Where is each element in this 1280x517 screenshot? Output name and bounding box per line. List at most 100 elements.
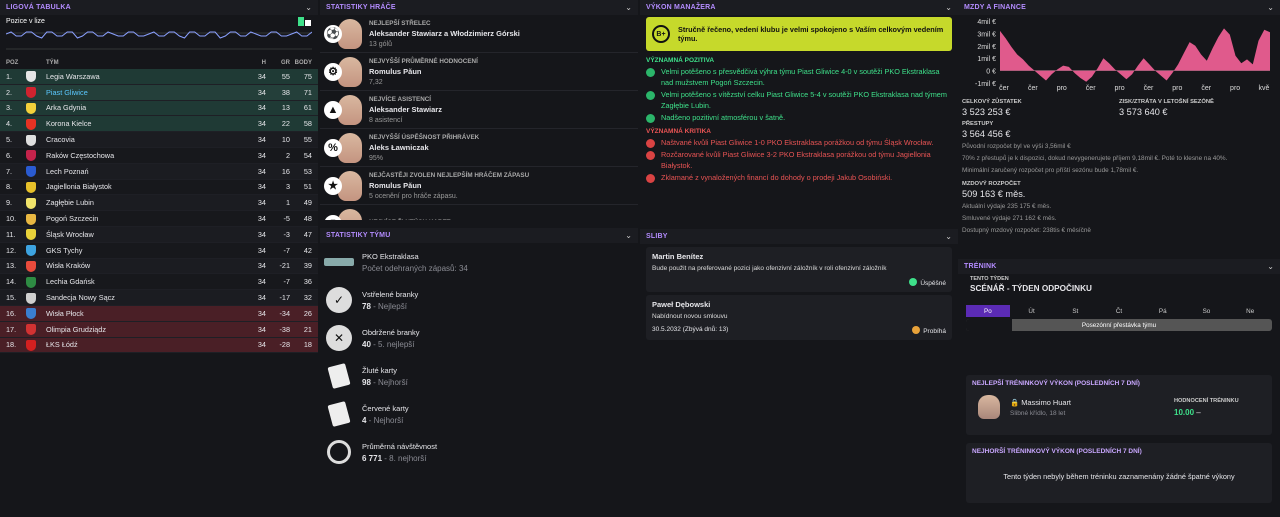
row-gd: -34 bbox=[279, 308, 290, 318]
chevron-down-icon[interactable]: ⌄ bbox=[945, 232, 952, 241]
table-row[interactable]: 17. Olimpia Grudziądz 34 -38 21 bbox=[0, 321, 318, 338]
day-tab[interactable]: Po bbox=[966, 305, 1010, 317]
team-stat-item[interactable]: Žluté karty 98 - Nejhorší bbox=[320, 357, 638, 395]
day-tab[interactable]: Pá bbox=[1141, 305, 1185, 317]
row-team[interactable]: Olimpia Grudziądz bbox=[46, 325, 248, 334]
training-header[interactable]: TRÉNINK ⌄ bbox=[958, 259, 1280, 274]
chevron-down-icon[interactable]: ⌄ bbox=[945, 3, 952, 12]
day-tab[interactable]: Ne bbox=[1228, 305, 1272, 317]
stat-player-name[interactable]: Romulus Păun bbox=[369, 181, 529, 190]
team-stats-list: PKO Ekstraklasa Počet odehraných zápasů: … bbox=[320, 243, 638, 471]
row-team[interactable]: Lechia Gdańsk bbox=[46, 277, 248, 286]
manager-header[interactable]: VÝKON MANAŽERA ⌄ bbox=[640, 0, 958, 15]
stat-player-name[interactable]: Romulus Păun bbox=[369, 67, 478, 76]
best-player[interactable]: 🔒 Massimo Huart bbox=[1010, 398, 1174, 407]
table-row[interactable]: 7. Lech Poznań 34 16 53 bbox=[0, 163, 318, 180]
negatives-title: VÝZNAMNÁ KRITIKA bbox=[646, 127, 711, 135]
negative-icon bbox=[646, 138, 655, 148]
table-row[interactable]: 3. Arka Gdynia 34 13 61 bbox=[0, 100, 318, 117]
panel-title: TRÉNINK bbox=[964, 263, 997, 270]
stat-player-name[interactable]: Aleksander Stawiarz a Włodzimierz Górski bbox=[369, 29, 520, 38]
player-avatar bbox=[978, 395, 1000, 419]
player-stat-item[interactable]: % NEJVYŠŠÍ ÚSPĚŠNOST PŘIHRÁVEK Aleks Ławni… bbox=[320, 129, 638, 167]
balance-value: 3 523 253 € bbox=[962, 107, 1011, 117]
stat-player-name[interactable]: Aleks Ławniczak bbox=[369, 143, 479, 152]
promise-player[interactable]: Paweł Dębowski bbox=[652, 300, 946, 309]
finance-note: Původní rozpočet byl ve výši 3,56mil € bbox=[962, 143, 1071, 150]
table-row[interactable]: 15. Sandecja Nowy Sącz 34 -17 32 bbox=[0, 290, 318, 306]
chevron-down-icon[interactable]: ⌄ bbox=[1267, 262, 1274, 271]
best-player-name: Massimo Huart bbox=[1021, 397, 1071, 407]
promise-player[interactable]: Martin Benítez bbox=[652, 252, 946, 261]
table-row[interactable]: 2. Piast Gliwice 34 38 71 bbox=[0, 84, 318, 101]
day-tab[interactable]: Čt bbox=[1097, 305, 1141, 317]
stat-player-name[interactable]: Aleksander Stawiarz bbox=[369, 105, 442, 114]
row-team[interactable]: Śląsk Wrocław bbox=[46, 230, 248, 239]
promise-card[interactable]: Paweł Dębowski Nabídnout novou smlouvu 30.… bbox=[646, 295, 952, 340]
table-row[interactable]: 9. Zagłębie Lubin 34 1 49 bbox=[0, 195, 318, 212]
promises-header[interactable]: SLIBY ⌄ bbox=[640, 229, 958, 244]
chevron-down-icon[interactable]: ⌄ bbox=[625, 3, 632, 12]
row-team[interactable]: Sandecja Nowy Sącz bbox=[46, 293, 248, 302]
table-row[interactable]: 5. Cracovia 34 10 55 bbox=[0, 132, 318, 148]
row-team[interactable]: Korona Kielce bbox=[46, 119, 248, 128]
player-stats-header[interactable]: STATISTIKY HRÁČE ⌄ bbox=[320, 0, 638, 15]
row-played: 34 bbox=[257, 293, 266, 303]
team-stat-rank: - Nejhorší bbox=[366, 415, 404, 425]
league-table-header[interactable]: LIGOVÁ TABULKA ⌄ bbox=[0, 0, 318, 15]
day-tab[interactable]: Út bbox=[1010, 305, 1054, 317]
table-row[interactable]: 13. Wisła Kraków 34 -21 39 bbox=[0, 258, 318, 275]
table-row[interactable]: 1. Legia Warszawa 34 55 75 bbox=[0, 69, 318, 85]
row-team[interactable]: Raków Częstochowa bbox=[46, 151, 248, 160]
team-stat-item[interactable]: ✓ Vstřelené branky 78 - Nejlepší bbox=[320, 281, 638, 319]
player-avatar: ⚽ bbox=[324, 17, 362, 51]
col-pos: POZ bbox=[6, 60, 19, 66]
row-team[interactable]: Legia Warszawa bbox=[46, 72, 248, 81]
row-team[interactable]: Zagłębie Lubin bbox=[46, 198, 248, 207]
player-stat-item[interactable]: ▮ NEJVÍCE ŽLUTÝCH KARET bbox=[320, 205, 638, 220]
positive-icon bbox=[646, 91, 655, 100]
player-stat-item[interactable]: ⚽ NEJLEPŠÍ STŘELEC Aleksander Stawiarz a W… bbox=[320, 15, 638, 53]
table-row[interactable]: 16. Wisła Płock 34 -34 26 bbox=[0, 305, 318, 322]
row-team[interactable]: Cracovia bbox=[46, 135, 248, 144]
table-row[interactable]: 10. Pogoń Szczecin 34 -5 48 bbox=[0, 211, 318, 227]
row-team[interactable]: GKS Tychy bbox=[46, 246, 248, 255]
assist-icon: ▲ bbox=[324, 100, 342, 119]
table-row[interactable]: 6. Raków Częstochowa 34 2 54 bbox=[0, 147, 318, 164]
chevron-down-icon[interactable]: ⌄ bbox=[305, 3, 312, 12]
schedule-bar[interactable]: Posezónní přestávka týmu bbox=[966, 319, 1272, 331]
league-icon bbox=[324, 248, 354, 276]
team-stats-header[interactable]: STATISTIKY TÝMU ⌄ bbox=[320, 228, 638, 243]
profit-loss-value: 3 573 640 € bbox=[1119, 107, 1168, 117]
day-tab[interactable]: So bbox=[1185, 305, 1229, 317]
player-stat-item[interactable]: ⚙ NEJVYŠŠÍ PRŮMĚRNÉ HODNOCENÍ Romulus Păun… bbox=[320, 53, 638, 91]
table-row[interactable]: 18. ŁKS Łódź 34 -28 18 bbox=[0, 337, 318, 354]
team-stat-item[interactable]: PKO Ekstraklasa Počet odehraných zápasů: … bbox=[320, 243, 638, 281]
player-stat-item[interactable]: ▲ NEJVÍCE ASISTENCÍ Aleksander Stawiarz 8 a… bbox=[320, 91, 638, 129]
chevron-down-icon[interactable]: ⌄ bbox=[625, 231, 632, 240]
table-row[interactable]: 11. Śląsk Wrocław 34 -3 47 bbox=[0, 226, 318, 243]
row-team[interactable]: Arka Gdynia bbox=[46, 103, 248, 112]
row-position: 4. bbox=[6, 119, 13, 129]
row-team[interactable]: Jagiellonia Białystok bbox=[46, 182, 248, 191]
row-team[interactable]: Piast Gliwice bbox=[46, 88, 248, 97]
table-row[interactable]: 4. Korona Kielce 34 22 58 bbox=[0, 116, 318, 133]
day-tab[interactable]: St bbox=[1053, 305, 1097, 317]
player-stat-item[interactable]: ★ NEJČASTĚJI ZVOLEN NEJLEPŠÍM HRÁČEM ZÁPA… bbox=[320, 167, 638, 205]
team-stat-item[interactable]: Červené karty 4 - Nejhorší bbox=[320, 395, 638, 433]
row-team[interactable]: Wisła Płock bbox=[46, 309, 248, 318]
row-team[interactable]: Wisła Kraków bbox=[46, 261, 248, 270]
table-row[interactable]: 12. GKS Tychy 34 -7 42 bbox=[0, 242, 318, 259]
row-team[interactable]: Pogoń Szczecin bbox=[46, 214, 248, 223]
promise-card[interactable]: Martin Benítez Bude použit na preferované… bbox=[646, 247, 952, 292]
row-team[interactable]: ŁKS Łódź bbox=[46, 340, 248, 349]
team-stat-item[interactable]: Průměrná návštěvnost 6 771 - 8. nejhorší bbox=[320, 433, 638, 471]
table-row[interactable]: 8. Jagiellonia Białystok 34 3 51 bbox=[0, 179, 318, 196]
chevron-down-icon[interactable]: ⌄ bbox=[1267, 3, 1274, 12]
row-team[interactable]: Lech Poznań bbox=[46, 167, 248, 176]
balance-area bbox=[1000, 28, 1270, 82]
team-stat-item[interactable]: ✕ Obdržené branky 40 - 5. nejlepší bbox=[320, 319, 638, 357]
col-gd: GR bbox=[281, 60, 290, 66]
finance-header[interactable]: MZDY A FINANCE ⌄ bbox=[958, 0, 1280, 15]
table-row[interactable]: 14. Lechia Gdańsk 34 -7 36 bbox=[0, 274, 318, 291]
